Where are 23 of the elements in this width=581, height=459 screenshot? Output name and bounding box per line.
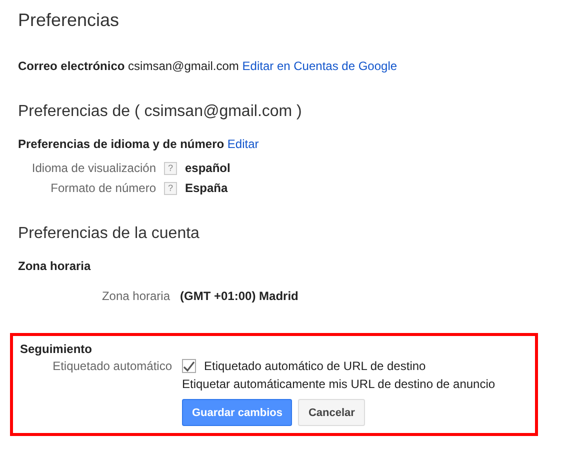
help-icon[interactable]: ?: [164, 162, 177, 174]
section-title: Preferencias de la cuenta: [18, 225, 200, 243]
edit-link[interactable]: Editar: [227, 137, 259, 151]
subsection-title: Seguimiento: [20, 342, 94, 356]
edit-account-link[interactable]: Editar en Cuentas de Google: [242, 59, 398, 73]
field-value: España: [185, 181, 228, 195]
field-value: español: [185, 161, 230, 175]
field-label: Formato de número: [50, 181, 156, 195]
cancel-button[interactable]: Cancelar: [298, 399, 365, 426]
description-text: Etiquetar automáticamente mis URL de destino de anuncio: [182, 377, 496, 391]
field-label: Etiquetado automático: [52, 359, 172, 373]
checkbox[interactable]: [182, 359, 196, 373]
subsection-title: Zona horaria: [18, 259, 92, 273]
subsection-title: Preferencias de idioma y de número: [18, 137, 224, 151]
section-title: Preferencias de ( csimsan@gmail.com ): [18, 103, 303, 121]
field-value: (GMT +01:00) Madrid: [180, 289, 298, 303]
field-label: Idioma de visualización: [30, 161, 156, 175]
email-label: Correo electrónico: [18, 59, 125, 73]
page-title: Preferencias: [18, 10, 120, 31]
checkbox-label: Etiquetado automático de URL de destino: [204, 359, 426, 373]
help-icon[interactable]: ?: [164, 182, 177, 194]
field-label: Zona horaria: [100, 289, 170, 303]
email-address: csimsan@gmail.com: [128, 59, 239, 73]
